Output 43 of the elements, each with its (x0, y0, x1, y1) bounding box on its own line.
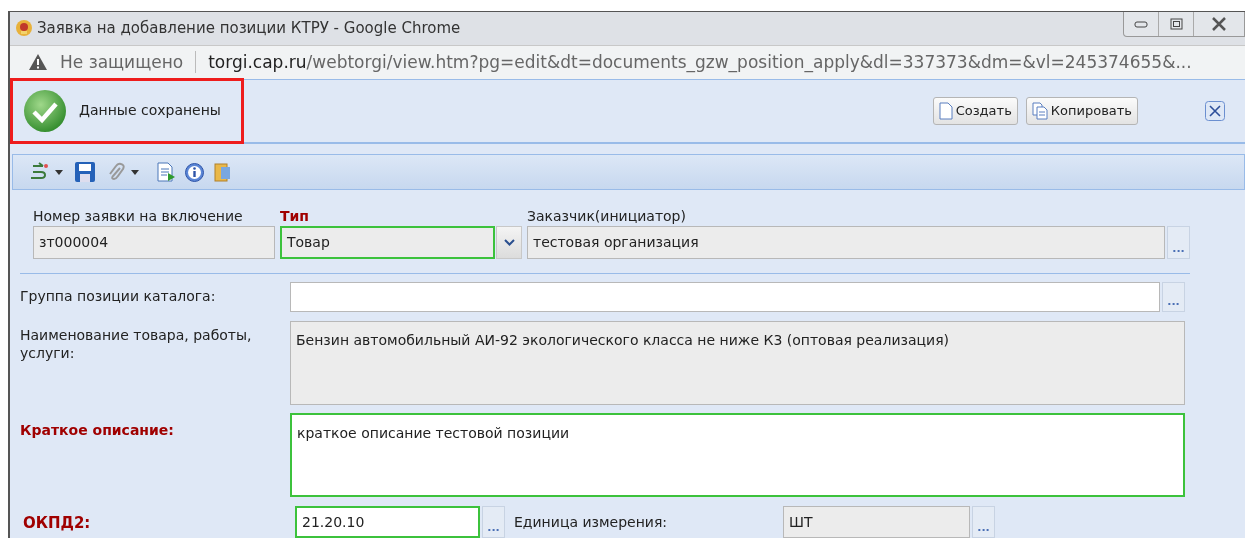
copy-icon (1031, 102, 1048, 120)
picker-button[interactable]: ... (972, 506, 995, 538)
field-label: Тип (280, 207, 311, 226)
close-icon[interactable] (1205, 101, 1225, 121)
input-field[interactable]: 21.20.10 (295, 506, 480, 538)
field-label: ОКПД2: (22, 513, 92, 534)
notification-message: Данные сохранены (79, 101, 221, 120)
restore-icon (1169, 18, 1183, 30)
url-text[interactable]: torgi.cap.ru/webtorgi/view.htm?pg=edit&dt=documents_gzw_position_apply&dl=337373&dm=&vl=245374655&... (208, 49, 1192, 75)
text-area[interactable]: краткое описание тестовой позиции (290, 413, 1185, 497)
picker-button[interactable]: ... (1167, 226, 1190, 259)
field-label: Краткое описание: (20, 421, 175, 440)
page-icon (938, 102, 953, 120)
input-field[interactable]: ШТ (783, 506, 970, 538)
chevron-icon (503, 239, 515, 246)
picker-button[interactable]: ... (482, 506, 505, 538)
input-field[interactable] (290, 282, 1160, 312)
save-icon[interactable] (75, 162, 95, 182)
warning-icon (28, 53, 48, 72)
input-field[interactable]: зт000004 (33, 226, 275, 259)
field-label: Единица измерения: (514, 513, 669, 532)
dropdown-button[interactable] (496, 226, 522, 259)
field-label: Заказчик(инициатор) (527, 207, 687, 226)
toolbar-button[interactable]: Копировать (1025, 97, 1138, 125)
emblem-icon (15, 19, 33, 38)
checkmark-icon (23, 88, 67, 133)
field-label: Группа позиции каталога: (20, 287, 217, 306)
caret-icon[interactable] (131, 169, 139, 175)
input-field[interactable]: Товар (280, 226, 495, 259)
caret-icon[interactable] (55, 169, 63, 175)
input-field[interactable]: тестовая организация (527, 226, 1165, 259)
paperclip-icon[interactable] (107, 162, 125, 182)
toolbar-button[interactable]: Создать (932, 97, 1018, 125)
security-status[interactable]: Не защищено (60, 49, 184, 75)
document-icon[interactable] (157, 162, 175, 182)
field-label: Наименование товара, работы, услуги: (20, 326, 253, 363)
info-icon[interactable] (185, 162, 204, 182)
text-area[interactable]: Бензин автомобильный АИ-92 экологического класса не ниже К3 (оптовая реализация) (290, 321, 1185, 405)
minimize-icon (1134, 20, 1148, 28)
window-title: Заявка на добавление позиции КТРУ - Google Chrome (37, 18, 461, 39)
close-icon (1211, 17, 1227, 31)
picker-button[interactable]: ... (1162, 282, 1185, 312)
field-label: Номер заявки на включение (33, 207, 244, 226)
